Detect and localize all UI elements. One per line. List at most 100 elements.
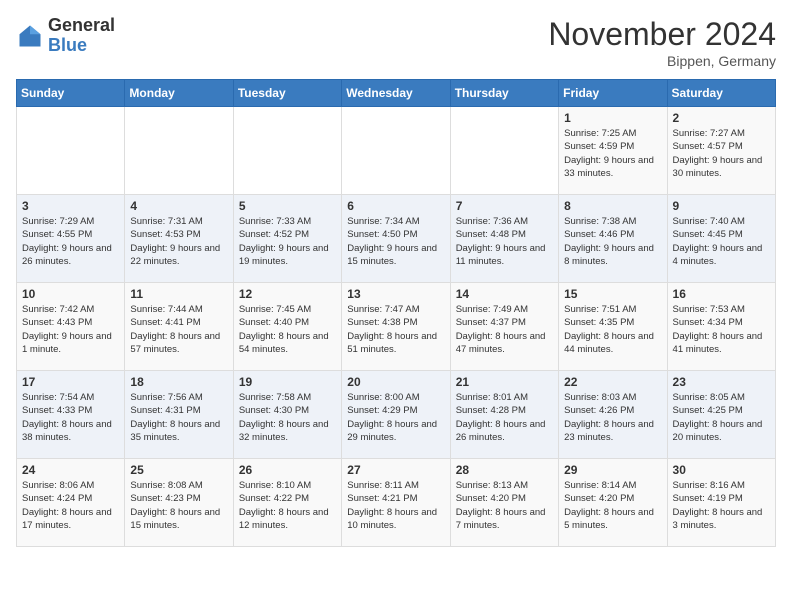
day-info: Sunrise: 8:00 AM Sunset: 4:29 PM Dayligh… — [347, 391, 444, 444]
calendar-cell: 22 Sunrise: 8:03 AM Sunset: 4:26 PM Dayli… — [559, 371, 667, 459]
calendar-cell: 17 Sunrise: 7:54 AM Sunset: 4:33 PM Dayli… — [17, 371, 125, 459]
title-area: November 2024 Bippen, Germany — [548, 16, 776, 69]
calendar-cell: 7Sunrise: 7:36 AM Sunset: 4:48 PM Daylig… — [450, 195, 558, 283]
day-number: 10 — [22, 287, 119, 301]
day-info: Sunrise: 7:38 AM Sunset: 4:46 PM Dayligh… — [564, 215, 661, 268]
day-number: 20 — [347, 375, 444, 389]
calendar-cell: 6Sunrise: 7:34 AM Sunset: 4:50 PM Daylig… — [342, 195, 450, 283]
day-number: 1 — [564, 111, 661, 125]
day-info: Sunrise: 8:16 AM Sunset: 4:19 PM Dayligh… — [673, 479, 770, 532]
day-info: Sunrise: 8:06 AM Sunset: 4:24 PM Dayligh… — [22, 479, 119, 532]
calendar-cell: 19 Sunrise: 7:58 AM Sunset: 4:30 PM Dayli… — [233, 371, 341, 459]
day-of-week-header: Wednesday — [342, 80, 450, 107]
location-title: Bippen, Germany — [548, 53, 776, 69]
day-info: Sunrise: 7:40 AM Sunset: 4:45 PM Dayligh… — [673, 215, 770, 268]
calendar-cell: 30 Sunrise: 8:16 AM Sunset: 4:19 PM Dayli… — [667, 459, 775, 547]
calendar-cell: 23Sunrise: 8:05 AM Sunset: 4:25 PM Dayli… — [667, 371, 775, 459]
day-info: Sunrise: 8:10 AM Sunset: 4:22 PM Dayligh… — [239, 479, 336, 532]
day-of-week-header: Monday — [125, 80, 233, 107]
day-info: Sunrise: 7:25 AM Sunset: 4:59 PM Dayligh… — [564, 127, 661, 180]
day-number: 25 — [130, 463, 227, 477]
calendar-cell — [17, 107, 125, 195]
day-number: 21 — [456, 375, 553, 389]
logo: General Blue — [16, 16, 115, 56]
calendar-cell: 8Sunrise: 7:38 AM Sunset: 4:46 PM Daylig… — [559, 195, 667, 283]
calendar-header-row: SundayMondayTuesdayWednesdayThursdayFrid… — [17, 80, 776, 107]
calendar-week-row: 17 Sunrise: 7:54 AM Sunset: 4:33 PM Dayli… — [17, 371, 776, 459]
day-number: 5 — [239, 199, 336, 213]
day-info: Sunrise: 7:47 AM Sunset: 4:38 PM Dayligh… — [347, 303, 444, 356]
day-number: 17 — [22, 375, 119, 389]
calendar-cell — [125, 107, 233, 195]
day-info: Sunrise: 7:44 AM Sunset: 4:41 PM Dayligh… — [130, 303, 227, 356]
day-of-week-header: Thursday — [450, 80, 558, 107]
day-info: Sunrise: 7:51 AM Sunset: 4:35 PM Dayligh… — [564, 303, 661, 356]
day-number: 14 — [456, 287, 553, 301]
calendar-cell: 24 Sunrise: 8:06 AM Sunset: 4:24 PM Dayli… — [17, 459, 125, 547]
calendar-cell: 3Sunrise: 7:29 AM Sunset: 4:55 PM Daylig… — [17, 195, 125, 283]
day-number: 2 — [673, 111, 770, 125]
calendar-cell: 9 Sunrise: 7:40 AM Sunset: 4:45 PM Daylig… — [667, 195, 775, 283]
calendar-cell: 29 Sunrise: 8:14 AM Sunset: 4:20 PM Dayli… — [559, 459, 667, 547]
calendar-week-row: 1 Sunrise: 7:25 AM Sunset: 4:59 PM Daylig… — [17, 107, 776, 195]
calendar-table: SundayMondayTuesdayWednesdayThursdayFrid… — [16, 79, 776, 547]
day-info: Sunrise: 7:27 AM Sunset: 4:57 PM Dayligh… — [673, 127, 770, 180]
day-info: Sunrise: 7:54 AM Sunset: 4:33 PM Dayligh… — [22, 391, 119, 444]
calendar-cell: 28Sunrise: 8:13 AM Sunset: 4:20 PM Dayli… — [450, 459, 558, 547]
day-of-week-header: Saturday — [667, 80, 775, 107]
calendar-cell: 10 Sunrise: 7:42 AM Sunset: 4:43 PM Dayli… — [17, 283, 125, 371]
calendar-cell: 15 Sunrise: 7:51 AM Sunset: 4:35 PM Dayli… — [559, 283, 667, 371]
day-number: 9 — [673, 199, 770, 213]
calendar-cell: 1 Sunrise: 7:25 AM Sunset: 4:59 PM Daylig… — [559, 107, 667, 195]
day-info: Sunrise: 7:53 AM Sunset: 4:34 PM Dayligh… — [673, 303, 770, 356]
day-info: Sunrise: 7:34 AM Sunset: 4:50 PM Dayligh… — [347, 215, 444, 268]
month-title: November 2024 — [548, 16, 776, 53]
calendar-cell: 2 Sunrise: 7:27 AM Sunset: 4:57 PM Daylig… — [667, 107, 775, 195]
day-number: 30 — [673, 463, 770, 477]
day-number: 27 — [347, 463, 444, 477]
calendar-cell: 14 Sunrise: 7:49 AM Sunset: 4:37 PM Dayli… — [450, 283, 558, 371]
logo-icon — [16, 22, 44, 50]
day-number: 24 — [22, 463, 119, 477]
calendar-cell — [450, 107, 558, 195]
day-number: 29 — [564, 463, 661, 477]
day-number: 19 — [239, 375, 336, 389]
day-number: 12 — [239, 287, 336, 301]
calendar-cell: 26 Sunrise: 8:10 AM Sunset: 4:22 PM Dayli… — [233, 459, 341, 547]
calendar-week-row: 24 Sunrise: 8:06 AM Sunset: 4:24 PM Dayli… — [17, 459, 776, 547]
calendar-week-row: 10 Sunrise: 7:42 AM Sunset: 4:43 PM Dayli… — [17, 283, 776, 371]
day-number: 7 — [456, 199, 553, 213]
page-header: General Blue November 2024 Bippen, Germa… — [16, 16, 776, 69]
day-info: Sunrise: 7:29 AM Sunset: 4:55 PM Dayligh… — [22, 215, 119, 268]
day-info: Sunrise: 7:31 AM Sunset: 4:53 PM Dayligh… — [130, 215, 227, 268]
day-info: Sunrise: 8:14 AM Sunset: 4:20 PM Dayligh… — [564, 479, 661, 532]
calendar-cell — [233, 107, 341, 195]
day-of-week-header: Friday — [559, 80, 667, 107]
calendar-cell: 4 Sunrise: 7:31 AM Sunset: 4:53 PM Daylig… — [125, 195, 233, 283]
calendar-cell: 16Sunrise: 7:53 AM Sunset: 4:34 PM Dayli… — [667, 283, 775, 371]
day-number: 11 — [130, 287, 227, 301]
day-of-week-header: Tuesday — [233, 80, 341, 107]
calendar-cell: 25 Sunrise: 8:08 AM Sunset: 4:23 PM Dayli… — [125, 459, 233, 547]
day-number: 28 — [456, 463, 553, 477]
calendar-cell: 13Sunrise: 7:47 AM Sunset: 4:38 PM Dayli… — [342, 283, 450, 371]
day-number: 18 — [130, 375, 227, 389]
day-info: Sunrise: 8:03 AM Sunset: 4:26 PM Dayligh… — [564, 391, 661, 444]
day-info: Sunrise: 7:56 AM Sunset: 4:31 PM Dayligh… — [130, 391, 227, 444]
day-number: 26 — [239, 463, 336, 477]
calendar-week-row: 3Sunrise: 7:29 AM Sunset: 4:55 PM Daylig… — [17, 195, 776, 283]
day-number: 15 — [564, 287, 661, 301]
calendar-cell: 21Sunrise: 8:01 AM Sunset: 4:28 PM Dayli… — [450, 371, 558, 459]
calendar-cell: 27Sunrise: 8:11 AM Sunset: 4:21 PM Dayli… — [342, 459, 450, 547]
calendar-cell: 20 Sunrise: 8:00 AM Sunset: 4:29 PM Dayli… — [342, 371, 450, 459]
calendar-cell: 5Sunrise: 7:33 AM Sunset: 4:52 PM Daylig… — [233, 195, 341, 283]
day-number: 23 — [673, 375, 770, 389]
day-info: Sunrise: 7:49 AM Sunset: 4:37 PM Dayligh… — [456, 303, 553, 356]
day-number: 4 — [130, 199, 227, 213]
day-of-week-header: Sunday — [17, 80, 125, 107]
day-info: Sunrise: 7:58 AM Sunset: 4:30 PM Dayligh… — [239, 391, 336, 444]
calendar-cell — [342, 107, 450, 195]
day-info: Sunrise: 7:42 AM Sunset: 4:43 PM Dayligh… — [22, 303, 119, 356]
day-number: 22 — [564, 375, 661, 389]
day-info: Sunrise: 8:08 AM Sunset: 4:23 PM Dayligh… — [130, 479, 227, 532]
